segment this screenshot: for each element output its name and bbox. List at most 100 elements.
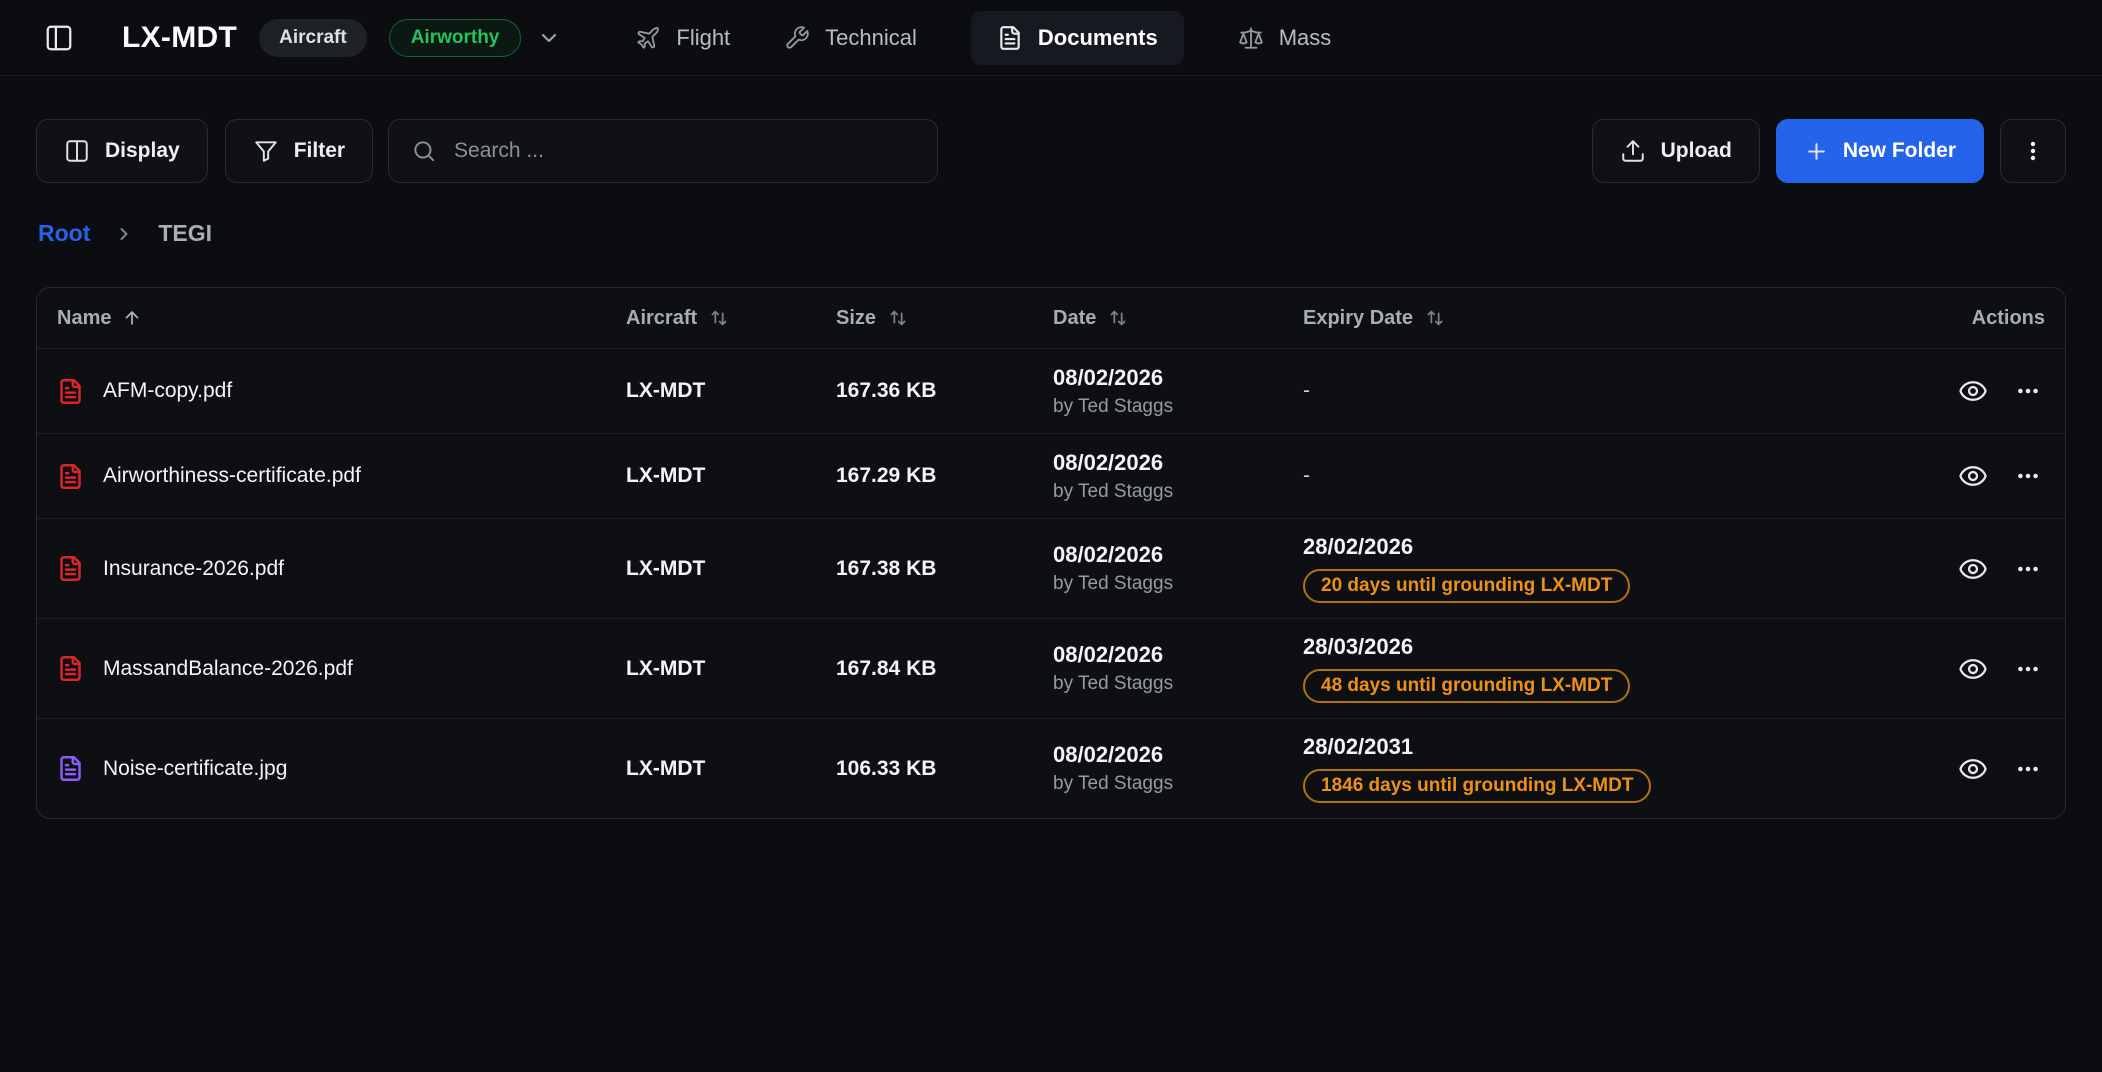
columns-icon <box>64 138 90 164</box>
tab-mass[interactable]: Mass <box>1238 25 1332 51</box>
sort-asc-icon <box>122 308 142 328</box>
ellipsis-icon <box>2015 756 2041 782</box>
grounding-badge: 20 days until grounding LX-MDT <box>1303 569 1630 603</box>
column-header-expiry-date[interactable]: Expiry Date <box>1303 307 1895 330</box>
file-name: Insurance-2026.pdf <box>103 557 284 581</box>
aircraft-cell: LX-MDT <box>626 379 836 403</box>
size-cell: 106.33 KB <box>836 757 1053 781</box>
expiry-date: - <box>1303 379 1895 403</box>
date-value: 08/02/2026 <box>1053 365 1303 391</box>
date-value: 08/02/2026 <box>1053 542 1303 568</box>
file-icon <box>57 655 84 682</box>
new-folder-button[interactable]: New Folder <box>1776 119 1984 183</box>
expiry-date: - <box>1303 464 1895 488</box>
topbar: LX-MDT Aircraft Airworthy Flight Technic… <box>0 0 2102 76</box>
toolbar: Display Filter Upload New Folder <box>36 119 2066 183</box>
view-button[interactable] <box>1958 376 1988 406</box>
tab-documents[interactable]: Documents <box>971 11 1184 65</box>
tab-technical[interactable]: Technical <box>784 25 917 51</box>
row-menu-button[interactable] <box>2015 556 2041 582</box>
table-row[interactable]: AFM-copy.pdf LX-MDT 167.36 KB 08/02/2026… <box>37 348 2065 433</box>
tab-label: Flight <box>676 25 730 51</box>
size-cell: 167.84 KB <box>836 657 1053 681</box>
page-title: LX-MDT <box>122 21 237 55</box>
tab-flight[interactable]: Flight <box>635 25 730 51</box>
table-header: Name Aircraft Size Date Expiry Date <box>37 288 2065 348</box>
aircraft-cell: LX-MDT <box>626 464 836 488</box>
uploaded-by: by Ted Staggs <box>1053 673 1303 695</box>
aircraft-cell: LX-MDT <box>626 557 836 581</box>
date-value: 08/02/2026 <box>1053 450 1303 476</box>
tab-label: Mass <box>1279 25 1332 51</box>
grounding-badge: 1846 days until grounding LX-MDT <box>1303 769 1651 803</box>
column-header-date[interactable]: Date <box>1053 307 1303 330</box>
size-cell: 167.38 KB <box>836 557 1053 581</box>
expiry-date: 28/03/2026 <box>1303 634 1895 660</box>
eye-icon <box>1958 376 1988 406</box>
column-header-size[interactable]: Size <box>836 307 1053 330</box>
status-dropdown-button[interactable] <box>537 26 561 50</box>
table-row[interactable]: Insurance-2026.pdf LX-MDT 167.38 KB 08/0… <box>37 518 2065 618</box>
row-menu-button[interactable] <box>2015 378 2041 404</box>
chevron-right-icon <box>114 224 134 244</box>
uploaded-by: by Ted Staggs <box>1053 773 1303 795</box>
breadcrumb-root-link[interactable]: Root <box>38 220 90 247</box>
date-value: 08/02/2026 <box>1053 742 1303 768</box>
column-header-actions: Actions <box>1895 307 2045 330</box>
display-button[interactable]: Display <box>36 119 208 183</box>
date-value: 08/02/2026 <box>1053 642 1303 668</box>
file-icon <box>57 378 84 405</box>
documents-table: Name Aircraft Size Date Expiry Date <box>36 287 2066 819</box>
sort-icon <box>708 307 730 329</box>
upload-icon <box>1620 138 1646 164</box>
search-input[interactable] <box>454 139 915 163</box>
file-name: AFM-copy.pdf <box>103 379 232 403</box>
airworthy-status-badge: Airworthy <box>389 19 522 57</box>
plus-icon <box>1804 139 1829 164</box>
expiry-date: 28/02/2031 <box>1303 734 1895 760</box>
uploaded-by: by Ted Staggs <box>1053 573 1303 595</box>
eye-icon <box>1958 654 1988 684</box>
more-options-button[interactable] <box>2000 119 2066 183</box>
filter-icon <box>253 138 279 164</box>
eye-icon <box>1958 754 1988 784</box>
display-button-label: Display <box>105 139 180 163</box>
tab-label: Technical <box>825 25 917 51</box>
wrench-icon <box>784 25 810 51</box>
file-text-icon <box>997 25 1023 51</box>
view-button[interactable] <box>1958 654 1988 684</box>
new-folder-button-label: New Folder <box>1843 139 1956 163</box>
size-cell: 167.29 KB <box>836 464 1053 488</box>
column-header-aircraft[interactable]: Aircraft <box>626 307 836 330</box>
file-name: Airworthiness-certificate.pdf <box>103 464 361 488</box>
eye-icon <box>1958 554 1988 584</box>
breadcrumb-current-folder: TEGI <box>158 220 212 247</box>
uploaded-by: by Ted Staggs <box>1053 481 1303 503</box>
view-button[interactable] <box>1958 461 1988 491</box>
tab-label: Documents <box>1038 25 1158 51</box>
table-row[interactable]: Airworthiness-certificate.pdf LX-MDT 167… <box>37 433 2065 518</box>
ellipsis-icon <box>2015 378 2041 404</box>
file-name: MassandBalance-2026.pdf <box>103 657 353 681</box>
table-row[interactable]: MassandBalance-2026.pdf LX-MDT 167.84 KB… <box>37 618 2065 718</box>
upload-button-label: Upload <box>1661 139 1732 163</box>
sort-icon <box>887 307 909 329</box>
upload-button[interactable]: Upload <box>1592 119 1760 183</box>
column-header-name[interactable]: Name <box>57 307 626 330</box>
uploaded-by: by Ted Staggs <box>1053 396 1303 418</box>
ellipsis-icon <box>2015 556 2041 582</box>
row-menu-button[interactable] <box>2015 463 2041 489</box>
view-button[interactable] <box>1958 754 1988 784</box>
filter-button[interactable]: Filter <box>225 119 373 183</box>
sidebar-toggle-button[interactable] <box>44 23 74 53</box>
table-row[interactable]: Noise-certificate.jpg LX-MDT 106.33 KB 0… <box>37 718 2065 818</box>
row-menu-button[interactable] <box>2015 756 2041 782</box>
chevron-down-icon <box>537 26 561 50</box>
plane-icon <box>635 25 661 51</box>
aircraft-cell: LX-MDT <box>626 657 836 681</box>
row-menu-button[interactable] <box>2015 656 2041 682</box>
eye-icon <box>1958 461 1988 491</box>
panel-left-icon <box>44 23 74 53</box>
file-icon <box>57 755 84 782</box>
view-button[interactable] <box>1958 554 1988 584</box>
